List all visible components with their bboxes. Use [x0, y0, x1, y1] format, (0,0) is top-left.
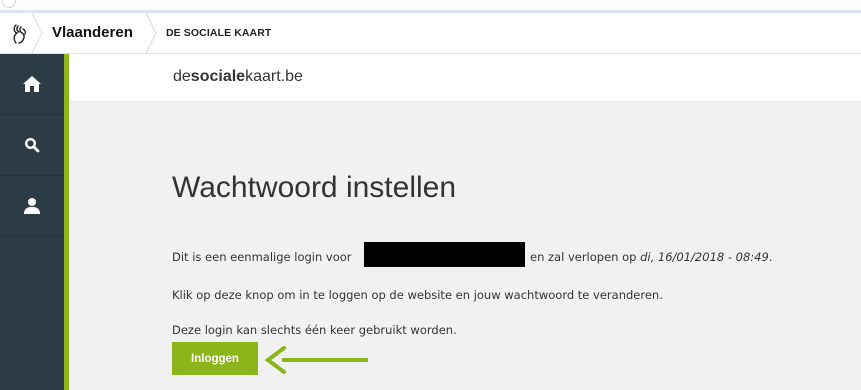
header-separator — [145, 13, 157, 53]
home-icon — [23, 76, 41, 92]
sidebar-item-search[interactable] — [0, 115, 64, 176]
one-time-login-text: Dit is een eenmalige login voor — [172, 250, 352, 264]
user-icon — [24, 198, 40, 214]
sidebar-item-home[interactable] — [0, 54, 64, 115]
sidebar-item-user[interactable] — [0, 176, 64, 237]
arrow-left-icon — [264, 346, 368, 374]
redacted-username — [364, 242, 525, 267]
site-subheader: desocialekaart.be — [69, 54, 861, 102]
expiry-text: en zal verlopen op di, 16/01/2018 - 08:4… — [530, 250, 773, 264]
header-separator — [31, 13, 43, 53]
vlaanderen-header: Vlaanderen DE SOCIALE KAART — [0, 13, 861, 54]
breadcrumb[interactable]: DE SOCIALE KAART — [166, 27, 271, 39]
page-title: Wachtwoord instellen — [172, 171, 457, 204]
search-icon — [24, 137, 40, 153]
sidebar-accent-bar — [64, 54, 69, 390]
site-name-link[interactable]: desocialekaart.be — [173, 68, 303, 86]
expiry-date: di, 16/01/2018 - 08:49 — [640, 250, 769, 264]
flemish-lion-logo-icon[interactable] — [9, 23, 31, 45]
brand-label[interactable]: Vlaanderen — [52, 24, 133, 41]
login-button[interactable]: Inloggen — [172, 342, 258, 375]
sidebar — [0, 54, 64, 390]
browser-top-strip — [0, 0, 861, 13]
instruction-text: Klik op deze knop om in te loggen op de … — [172, 288, 663, 302]
single-use-text: Deze login kan slechts één keer gebruikt… — [172, 323, 457, 337]
